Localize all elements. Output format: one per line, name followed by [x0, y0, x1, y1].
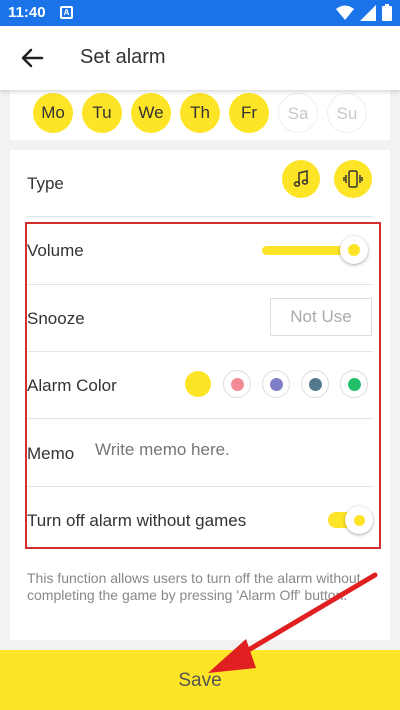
- signal-icon: [360, 4, 376, 21]
- turn-off-toggle-thumb[interactable]: [345, 506, 373, 534]
- vibrate-icon: [343, 170, 363, 188]
- day-wednesday[interactable]: We: [131, 93, 171, 133]
- page-title: Set alarm: [80, 46, 166, 68]
- turn-off-label: Turn off alarm without games: [27, 511, 247, 530]
- settings-card: Type Volume Snooze Not Use Alarm Color M…: [10, 150, 390, 640]
- music-note-icon: [293, 170, 309, 187]
- volume-label: Volume: [27, 241, 84, 260]
- color-option-slate[interactable]: [301, 370, 329, 398]
- day-saturday[interactable]: Sa: [278, 93, 318, 133]
- day-thursday[interactable]: Th: [180, 93, 220, 133]
- divider: [27, 351, 373, 352]
- divider: [27, 284, 373, 285]
- memo-input[interactable]: [95, 440, 365, 460]
- color-option-yellow[interactable]: [185, 371, 211, 397]
- status-bar: 11:40 A: [0, 0, 400, 26]
- volume-slider-thumb[interactable]: [340, 236, 368, 264]
- status-icons: [336, 4, 392, 21]
- app-bar: Set alarm: [0, 26, 400, 90]
- color-option-purple[interactable]: [262, 370, 290, 398]
- divider: [27, 418, 373, 419]
- divider: [27, 486, 373, 487]
- snooze-button[interactable]: Not Use: [270, 298, 372, 336]
- memo-label: Memo: [27, 444, 75, 463]
- help-text: This function allows users to turn off t…: [27, 570, 361, 603]
- wifi-icon: [336, 5, 354, 20]
- day-sunday[interactable]: Su: [327, 93, 367, 133]
- save-button[interactable]: Save: [0, 650, 400, 710]
- status-time: 11:40: [8, 4, 46, 21]
- divider: [27, 216, 373, 217]
- day-monday[interactable]: Mo: [33, 93, 73, 133]
- type-label: Type: [27, 174, 64, 193]
- alarm-color-label: Alarm Color: [27, 376, 117, 395]
- day-friday[interactable]: Fr: [229, 93, 269, 133]
- color-option-green[interactable]: [340, 370, 368, 398]
- days-selector: Mo Tu We Th Fr Sa Su: [10, 88, 390, 140]
- snooze-label: Snooze: [27, 309, 85, 328]
- color-option-pink[interactable]: [223, 370, 251, 398]
- back-arrow-icon[interactable]: [18, 44, 46, 72]
- vibrate-button[interactable]: [334, 160, 372, 198]
- battery-icon: [382, 4, 392, 21]
- ringtone-button[interactable]: [282, 160, 320, 198]
- day-tuesday[interactable]: Tu: [82, 93, 122, 133]
- notification-icon: A: [60, 6, 73, 19]
